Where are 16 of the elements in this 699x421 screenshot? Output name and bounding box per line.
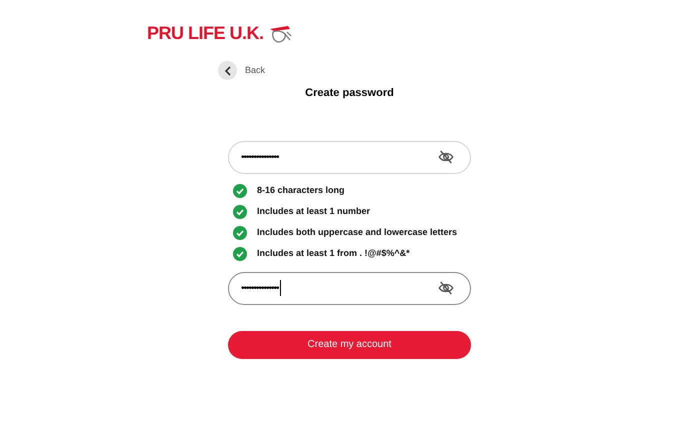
password-field[interactable]: •••••••••••••••	[228, 140, 471, 174]
requirement-text: Includes both uppercase and lowercase letters	[257, 226, 458, 239]
eye-off-icon[interactable]	[438, 150, 454, 164]
requirement-text: Includes at least 1 number	[257, 204, 370, 218]
password-value: •••••••••••••••	[241, 282, 279, 296]
requirement-text: Includes at least 1 from . !@#$%^&*	[257, 246, 410, 260]
requirement-text: 8-16 characters long	[257, 184, 345, 197]
back-button[interactable]: Back	[218, 61, 266, 80]
password-field[interactable]: •••••••••••••••	[228, 272, 471, 304]
password-value: •••••••••••••••	[241, 150, 279, 164]
create-account-button[interactable]: Create my account	[228, 330, 471, 358]
text-cursor	[280, 280, 282, 296]
eye-off-icon[interactable]	[438, 281, 454, 295]
page-title: Create password	[305, 86, 394, 101]
back-icon	[218, 61, 237, 80]
logo-text: PRU LIFE U.K.	[147, 22, 264, 45]
